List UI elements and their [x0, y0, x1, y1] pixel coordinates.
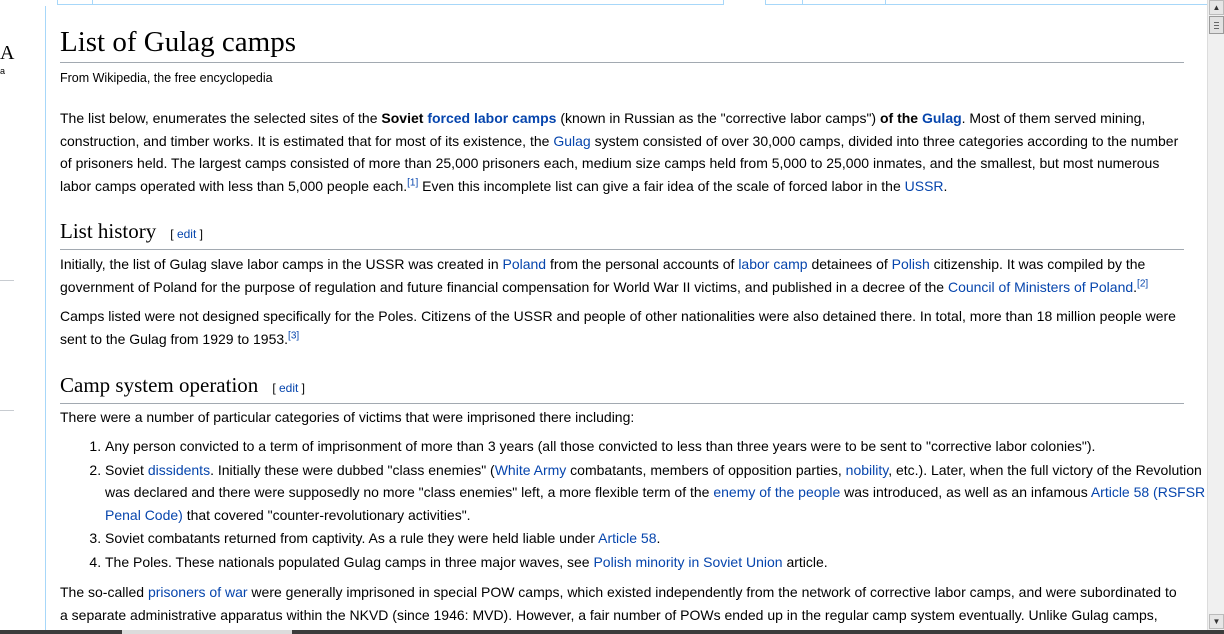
link-labor-camp[interactable]: labor camp — [738, 256, 807, 272]
link-prisoners-of-war[interactable]: prisoners of war — [148, 584, 248, 600]
link-dissidents[interactable]: dissidents — [148, 462, 210, 478]
tab-separator — [802, 0, 803, 4]
text: The so-called — [60, 584, 148, 600]
site-logo-fragment[interactable]: A — [0, 42, 14, 65]
text: was introduced, as well as an infamous — [840, 484, 1091, 500]
text: . Initially these were dubbed "class ene… — [210, 461, 495, 478]
list-item: The Poles. These nationals populated Gul… — [105, 551, 1208, 574]
tab-separator — [885, 0, 886, 4]
link-gulag-2[interactable]: Gulag — [553, 133, 590, 149]
tagline: From Wikipedia, the free encyclopedia — [60, 71, 273, 85]
page-tabs-left[interactable] — [57, 0, 724, 5]
article-content: List of Gulag camps From Wikipedia, the … — [45, 6, 1208, 630]
edit-link[interactable]: edit — [279, 381, 298, 395]
grip-line — [1214, 28, 1219, 29]
list-item: Soviet dissidents. Initially these were … — [105, 459, 1208, 527]
pow-paragraph: The so-called prisoners of war were gene… — [60, 581, 1184, 626]
text: The list below, enumerates the selected … — [60, 110, 382, 126]
edit-link[interactable]: edit — [177, 227, 196, 241]
text: Camps listed were not designed specifica… — [60, 308, 1176, 347]
link-white-army[interactable]: White Army — [495, 462, 567, 478]
taskbar-strip — [0, 630, 1224, 634]
link-enemy-of-the-people[interactable]: enemy of the people — [713, 484, 840, 500]
text: (known in Russian as the "corrective lab… — [556, 110, 880, 126]
text: that covered "counter-revolutionary acti… — [182, 506, 471, 523]
text: from the personal accounts of — [546, 256, 739, 272]
link-council-of-ministers[interactable]: Council of Ministers of Poland — [948, 279, 1133, 295]
text: article. — [782, 553, 828, 570]
reference-1[interactable]: [1] — [407, 177, 418, 188]
link-gulag[interactable]: Gulag — [922, 110, 962, 126]
text: . — [656, 530, 661, 546]
text: combatants, members of opposition partie… — [566, 461, 846, 478]
edit-section-link[interactable]: [ edit ] — [170, 227, 203, 241]
victim-categories-list: Any person convicted to a term of impris… — [60, 435, 1208, 574]
section-heading-camp-system: Camp system operation [ edit ] — [60, 372, 1184, 404]
camp-intro-paragraph: There were a number of particular catego… — [60, 409, 635, 425]
text: The Poles. These nationals populated Gul… — [105, 553, 594, 570]
sidebar-divider — [0, 410, 14, 411]
page-tabs-right[interactable] — [765, 0, 1208, 5]
reference-3[interactable]: [3] — [288, 330, 299, 341]
history-paragraph-2: Camps listed were not designed specifica… — [60, 305, 1184, 350]
text: Even this incomplete list can give a fai… — [418, 177, 905, 194]
text: detainees of — [807, 256, 892, 272]
link-ussr[interactable]: USSR — [905, 178, 944, 194]
link-polish[interactable]: Polish — [892, 256, 930, 272]
text: Soviet — [105, 461, 148, 478]
link-polish-minority[interactable]: Polish minority in Soviet Union — [593, 554, 782, 570]
link-forced-labor-camps[interactable]: forced labor camps — [427, 110, 556, 126]
text: Initially, the list of Gulag slave labor… — [60, 256, 503, 272]
text: Soviet combatants returned from captivit… — [105, 530, 599, 546]
scrollbar-thumb[interactable] — [1209, 16, 1224, 34]
section-heading-list-history: List history [ edit ] — [60, 218, 1184, 250]
link-nobility[interactable]: nobility — [846, 462, 889, 478]
bold-text: of the — [879, 110, 919, 126]
heading-text: Camp system operation — [60, 373, 259, 397]
scroll-down-arrow-icon[interactable]: ▼ — [1209, 614, 1224, 629]
site-logo-subtext: a — [0, 66, 6, 76]
scroll-up-arrow-icon[interactable]: ▲ — [1209, 0, 1224, 15]
bold-text: Soviet — [381, 110, 424, 126]
vertical-scrollbar[interactable]: ▲ ▼ — [1207, 0, 1224, 630]
page-title: List of Gulag camps — [60, 24, 1184, 63]
link-poland[interactable]: Poland — [503, 256, 547, 272]
edit-section-link[interactable]: [ edit ] — [272, 381, 305, 395]
sidebar: A a — [0, 0, 45, 630]
grip-line — [1214, 25, 1219, 26]
reference-2[interactable]: [2] — [1137, 278, 1148, 289]
link-article-58[interactable]: Article 58 — [598, 530, 656, 546]
grip-line — [1214, 22, 1219, 23]
intro-paragraph: The list below, enumerates the selected … — [60, 107, 1184, 197]
tab-separator — [92, 0, 93, 4]
text: Any person convicted to a term of impris… — [105, 438, 1096, 454]
text: . — [943, 177, 948, 194]
history-paragraph-1: Initially, the list of Gulag slave labor… — [60, 253, 1184, 298]
heading-text: List history — [60, 219, 157, 243]
list-item: Soviet combatants returned from captivit… — [105, 527, 1208, 550]
taskbar-segment[interactable] — [122, 630, 292, 634]
sidebar-divider — [0, 280, 14, 281]
list-item: Any person convicted to a term of impris… — [105, 435, 1208, 458]
